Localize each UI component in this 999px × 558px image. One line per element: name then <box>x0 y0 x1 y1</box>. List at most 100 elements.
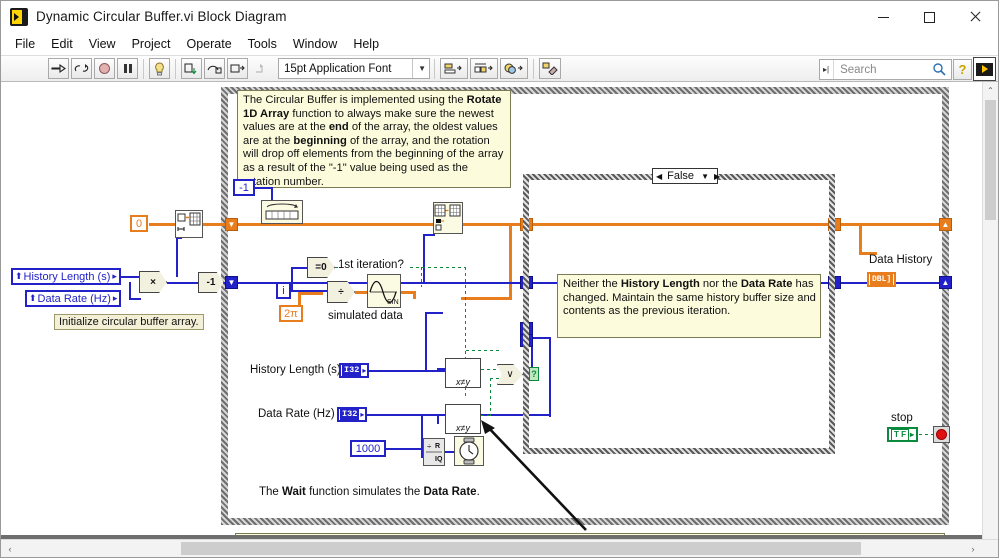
comment-no-change[interactable]: Neither the History Length nor the Data … <box>557 274 821 338</box>
block-diagram-canvas[interactable]: The Circular Buffer is implemented using… <box>1 82 998 539</box>
svg-text:IQ: IQ <box>435 456 443 463</box>
indicator-data-history[interactable]: DBL] <box>867 272 897 287</box>
label-history-length-terminal: History Length (s) <box>250 364 341 376</box>
menu-project[interactable]: Project <box>124 35 179 53</box>
wire-blue-rotate-in-h <box>423 234 435 236</box>
chevron-down-icon: ▼ <box>412 59 426 78</box>
svg-text:SIN: SIN <box>387 299 399 306</box>
clean-up-diagram-button[interactable] <box>539 58 561 79</box>
menu-tools[interactable]: Tools <box>240 35 285 53</box>
rotate-1d-array-node[interactable] <box>261 200 303 224</box>
toolbar-separator-2 <box>175 58 176 79</box>
step-out-button[interactable] <box>227 58 248 79</box>
svg-text:÷: ÷ <box>427 442 432 451</box>
vertical-scrollbar[interactable]: ⌃ <box>982 82 998 539</box>
comment-no-change-text: Neither the History Length nor the Data … <box>563 278 816 318</box>
wire-blue-i-to-eq <box>291 290 305 292</box>
step-over-button[interactable] <box>204 58 225 79</box>
shift-register-left-orange[interactable]: ▼ <box>225 218 238 231</box>
wire-blue-mul-to-dec <box>167 282 199 284</box>
wire-orange-sin-up <box>509 223 512 300</box>
diagram-surface[interactable]: The Circular Buffer is implemented using… <box>1 82 998 539</box>
case-next-arrow-icon[interactable]: ▶ <box>712 172 722 181</box>
shift-register-arrow-icon: ▼ <box>227 277 236 287</box>
font-selector[interactable]: 15pt Application Font ▼ <box>278 58 430 79</box>
distribute-objects-button[interactable] <box>470 58 498 79</box>
close-button[interactable] <box>952 1 998 33</box>
vertical-scroll-thumb[interactable] <box>985 100 996 220</box>
step-out-disabled-button <box>250 58 271 79</box>
run-continuously-button[interactable] <box>71 58 92 79</box>
initialize-array-node[interactable] <box>175 210 203 238</box>
vi-icon-pane[interactable] <box>973 57 996 81</box>
case-selector[interactable]: ◀ False ▼ ▶ <box>652 168 720 184</box>
label-stop: stop <box>891 412 913 424</box>
scroll-right-button[interactable]: › <box>964 544 982 554</box>
context-help-button[interactable]: ? <box>953 59 972 80</box>
search-icon <box>933 63 946 76</box>
minimize-button[interactable] <box>860 1 906 33</box>
constant-two-pi[interactable]: 2π <box>279 305 303 322</box>
scroll-left-button[interactable]: ‹ <box>1 544 19 554</box>
step-into-button[interactable] <box>181 58 202 79</box>
iteration-terminal[interactable]: i <box>276 282 291 299</box>
control-pin-icon: ⬆ <box>29 293 37 303</box>
terminal-data-rate[interactable]: I32 ▸ <box>337 407 368 422</box>
wire-orange-node-to-sr <box>203 223 225 226</box>
shift-register-arrow-icon: ▼ <box>227 219 236 229</box>
horizontal-scroll-thumb[interactable] <box>181 542 861 555</box>
terminal-arrow-icon: ▸ <box>360 410 365 419</box>
toolbar-separator-3 <box>434 58 435 79</box>
constant-minus-one[interactable]: -1 <box>233 179 255 196</box>
menu-file[interactable]: File <box>7 35 43 53</box>
shift-register-right-orange[interactable]: ▲ <box>939 218 952 231</box>
menu-help[interactable]: Help <box>345 35 387 53</box>
run-button[interactable] <box>48 58 69 79</box>
font-label: 15pt Application Font <box>284 62 392 75</box>
array-subset-node[interactable] <box>433 202 463 234</box>
search-input[interactable]: Search <box>834 64 932 76</box>
control-stop[interactable]: T F ▸ <box>887 427 919 442</box>
case-prev-arrow-icon[interactable]: ◀ <box>654 172 664 181</box>
comment-rotate-1d-array[interactable]: The Circular Buffer is implemented using… <box>237 90 511 188</box>
search-box[interactable]: ▸| Search <box>819 59 952 80</box>
maximize-button[interactable] <box>906 1 952 33</box>
shift-register-left-blue[interactable]: ▼ <box>225 276 238 289</box>
wire-green-xy1-out <box>481 369 499 370</box>
terminal-arrow-icon: ▸ <box>362 366 367 375</box>
align-objects-button[interactable] <box>440 58 468 79</box>
wire-orange-2pi-horiz <box>298 292 323 295</box>
menu-window[interactable]: Window <box>285 35 345 53</box>
reorder-button[interactable] <box>500 58 528 79</box>
horizontal-scrollbar[interactable]: ‹ › <box>1 539 998 557</box>
value-has-changed-ptbypt-vi-1[interactable]: x≠y <box>445 358 481 388</box>
wire-blue-hl-vert <box>425 312 427 372</box>
constant-1000[interactable]: 1000 <box>350 440 386 457</box>
pause-button[interactable] <box>117 58 138 79</box>
wire-green-first-iter-left <box>335 267 341 268</box>
menu-view[interactable]: View <box>81 35 124 53</box>
shift-register-right-blue[interactable]: ▲ <box>939 276 952 289</box>
annotation-arrow <box>481 420 587 531</box>
labview-block-diagram-window: Dynamic Circular Buffer.vi Block Diagram… <box>0 0 999 558</box>
control-history-length[interactable]: ⬆ History Length (s) ▸ <box>11 268 121 285</box>
minimize-icon <box>877 16 889 18</box>
menu-operate[interactable]: Operate <box>178 35 239 53</box>
menu-edit[interactable]: Edit <box>43 35 81 53</box>
shift-register-arrow-icon: ▲ <box>941 277 950 287</box>
search-scope-icon: ▸| <box>820 60 835 79</box>
terminal-arrow-icon: ▸ <box>112 271 117 281</box>
loop-stop-condition[interactable] <box>933 426 950 443</box>
quotient-remainder-node[interactable]: ÷ R IQ <box>423 438 445 466</box>
sine-function-node[interactable]: SIN <box>367 274 401 308</box>
chevron-down-icon[interactable]: ▼ <box>698 172 712 181</box>
abort-execution-button[interactable] <box>94 58 115 79</box>
scroll-up-button[interactable]: ⌃ <box>983 82 998 98</box>
constant-zero[interactable]: 0 <box>130 215 148 232</box>
wire-blue-rotate-in <box>423 234 425 282</box>
control-data-rate[interactable]: ⬆ Data Rate (Hz) ▸ <box>25 290 122 307</box>
multiply-node[interactable]: × <box>139 271 167 293</box>
terminal-history-length[interactable]: I32 ▸ <box>339 363 370 378</box>
highlight-execution-button[interactable] <box>149 58 170 79</box>
label-first-iteration: 1st iteration? <box>338 259 404 271</box>
